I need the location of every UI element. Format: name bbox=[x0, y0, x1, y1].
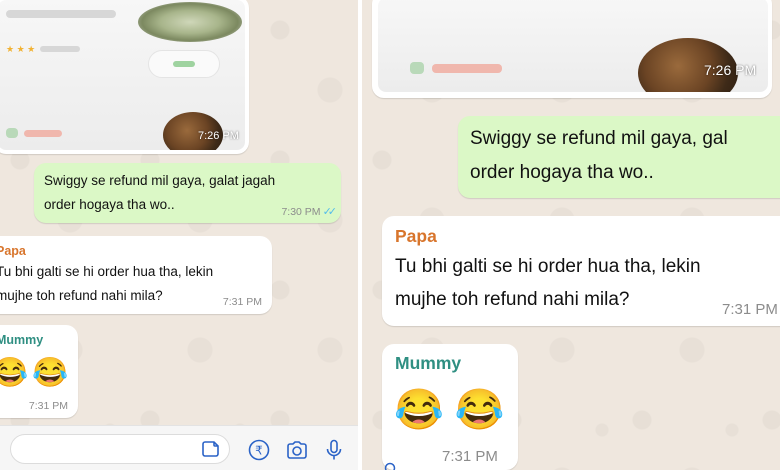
sticker-icon[interactable] bbox=[201, 439, 221, 459]
message-input-bar: ₹ bbox=[0, 425, 358, 470]
message-text-line1: Swiggy se refund mil gaya, gal bbox=[470, 128, 728, 149]
chat-screenshot-right-zoomed: 7:26 PM Swiggy se refund mil gaya, gal o… bbox=[362, 0, 780, 470]
rating-text-blurred bbox=[40, 46, 80, 52]
message-text-line1: Tu bhi galti se hi order hua tha, lekin bbox=[0, 264, 214, 279]
camera-icon[interactable] bbox=[285, 438, 309, 462]
add-button-blurred bbox=[148, 50, 220, 78]
food-photo-top bbox=[138, 2, 242, 42]
sender-name: Papa bbox=[395, 226, 437, 246]
food-image-message[interactable]: ★ ★ ★ 7:26 PM bbox=[0, 0, 249, 154]
message-input[interactable] bbox=[10, 434, 230, 464]
message-text-line2: mujhe toh refund nahi mila? bbox=[395, 289, 630, 310]
message-time: 7:31 PM bbox=[442, 448, 498, 465]
incoming-message-papa[interactable]: Papa Tu bhi galti se hi order hua tha, l… bbox=[0, 236, 272, 314]
outgoing-message[interactable]: Swiggy se refund mil gaya, gal order hog… bbox=[458, 116, 780, 198]
food-image-message[interactable]: 7:26 PM bbox=[372, 0, 772, 98]
label-blurred bbox=[24, 130, 62, 137]
rating-stars: ★ ★ ★ bbox=[6, 44, 36, 54]
sender-name: Papa bbox=[0, 244, 26, 258]
incoming-message-papa[interactable]: Papa Tu bhi galti se hi order hua tha, l… bbox=[382, 216, 780, 326]
incoming-message-mummy[interactable]: Mummy 😂😂 7:31 PM bbox=[0, 325, 78, 418]
veg-marker-blurred bbox=[6, 128, 18, 138]
food-order-screenshot: 7:26 PM bbox=[378, 0, 768, 92]
outgoing-message[interactable]: Swiggy se refund mil gaya, galat jagah o… bbox=[34, 163, 341, 223]
message-time: 7:26 PM bbox=[704, 62, 757, 78]
chat-screenshot-left: ★ ★ ★ 7:26 PM Swiggy se refund mil gaya,… bbox=[0, 0, 358, 470]
message-text-line2: order hogaya tha wo.. bbox=[44, 197, 175, 212]
message-time: 7:31 PM bbox=[722, 301, 778, 318]
label-blurred bbox=[432, 64, 502, 73]
message-text-line1: Swiggy se refund mil gaya, galat jagah bbox=[44, 173, 276, 188]
food-order-screenshot: ★ ★ ★ 7:26 PM bbox=[0, 0, 245, 150]
rupee-icon[interactable]: ₹ bbox=[247, 438, 271, 462]
message-text-line1: Tu bhi galti se hi order hua tha, lekin bbox=[395, 256, 701, 277]
message-time: 7:26 PM bbox=[198, 130, 239, 142]
message-text-line2: mujhe toh refund nahi mila? bbox=[0, 288, 163, 303]
incoming-message-mummy[interactable]: Mummy 😂 😂 7:31 PM bbox=[382, 344, 518, 470]
dish-name-blurred bbox=[6, 10, 116, 18]
message-time: 7:31 PM bbox=[28, 400, 68, 412]
laughing-emoji-icon: 😂 😂 bbox=[394, 388, 505, 432]
cursor-icon bbox=[384, 462, 396, 470]
message-text-line2: order hogaya tha wo.. bbox=[470, 162, 654, 183]
mic-icon[interactable] bbox=[322, 438, 346, 462]
read-ticks-icon: ✓✓ bbox=[322, 206, 338, 218]
message-time-text: 7:30 PM bbox=[281, 206, 321, 218]
message-time: 7:30 PM ✓✓ bbox=[281, 205, 338, 218]
veg-marker-blurred bbox=[410, 62, 424, 74]
sender-name: Mummy bbox=[395, 353, 462, 373]
message-time: 7:31 PM bbox=[222, 296, 262, 308]
laughing-emoji-icon: 😂😂 bbox=[0, 357, 73, 389]
svg-text:₹: ₹ bbox=[255, 444, 263, 458]
sender-name: Mummy bbox=[0, 333, 44, 347]
